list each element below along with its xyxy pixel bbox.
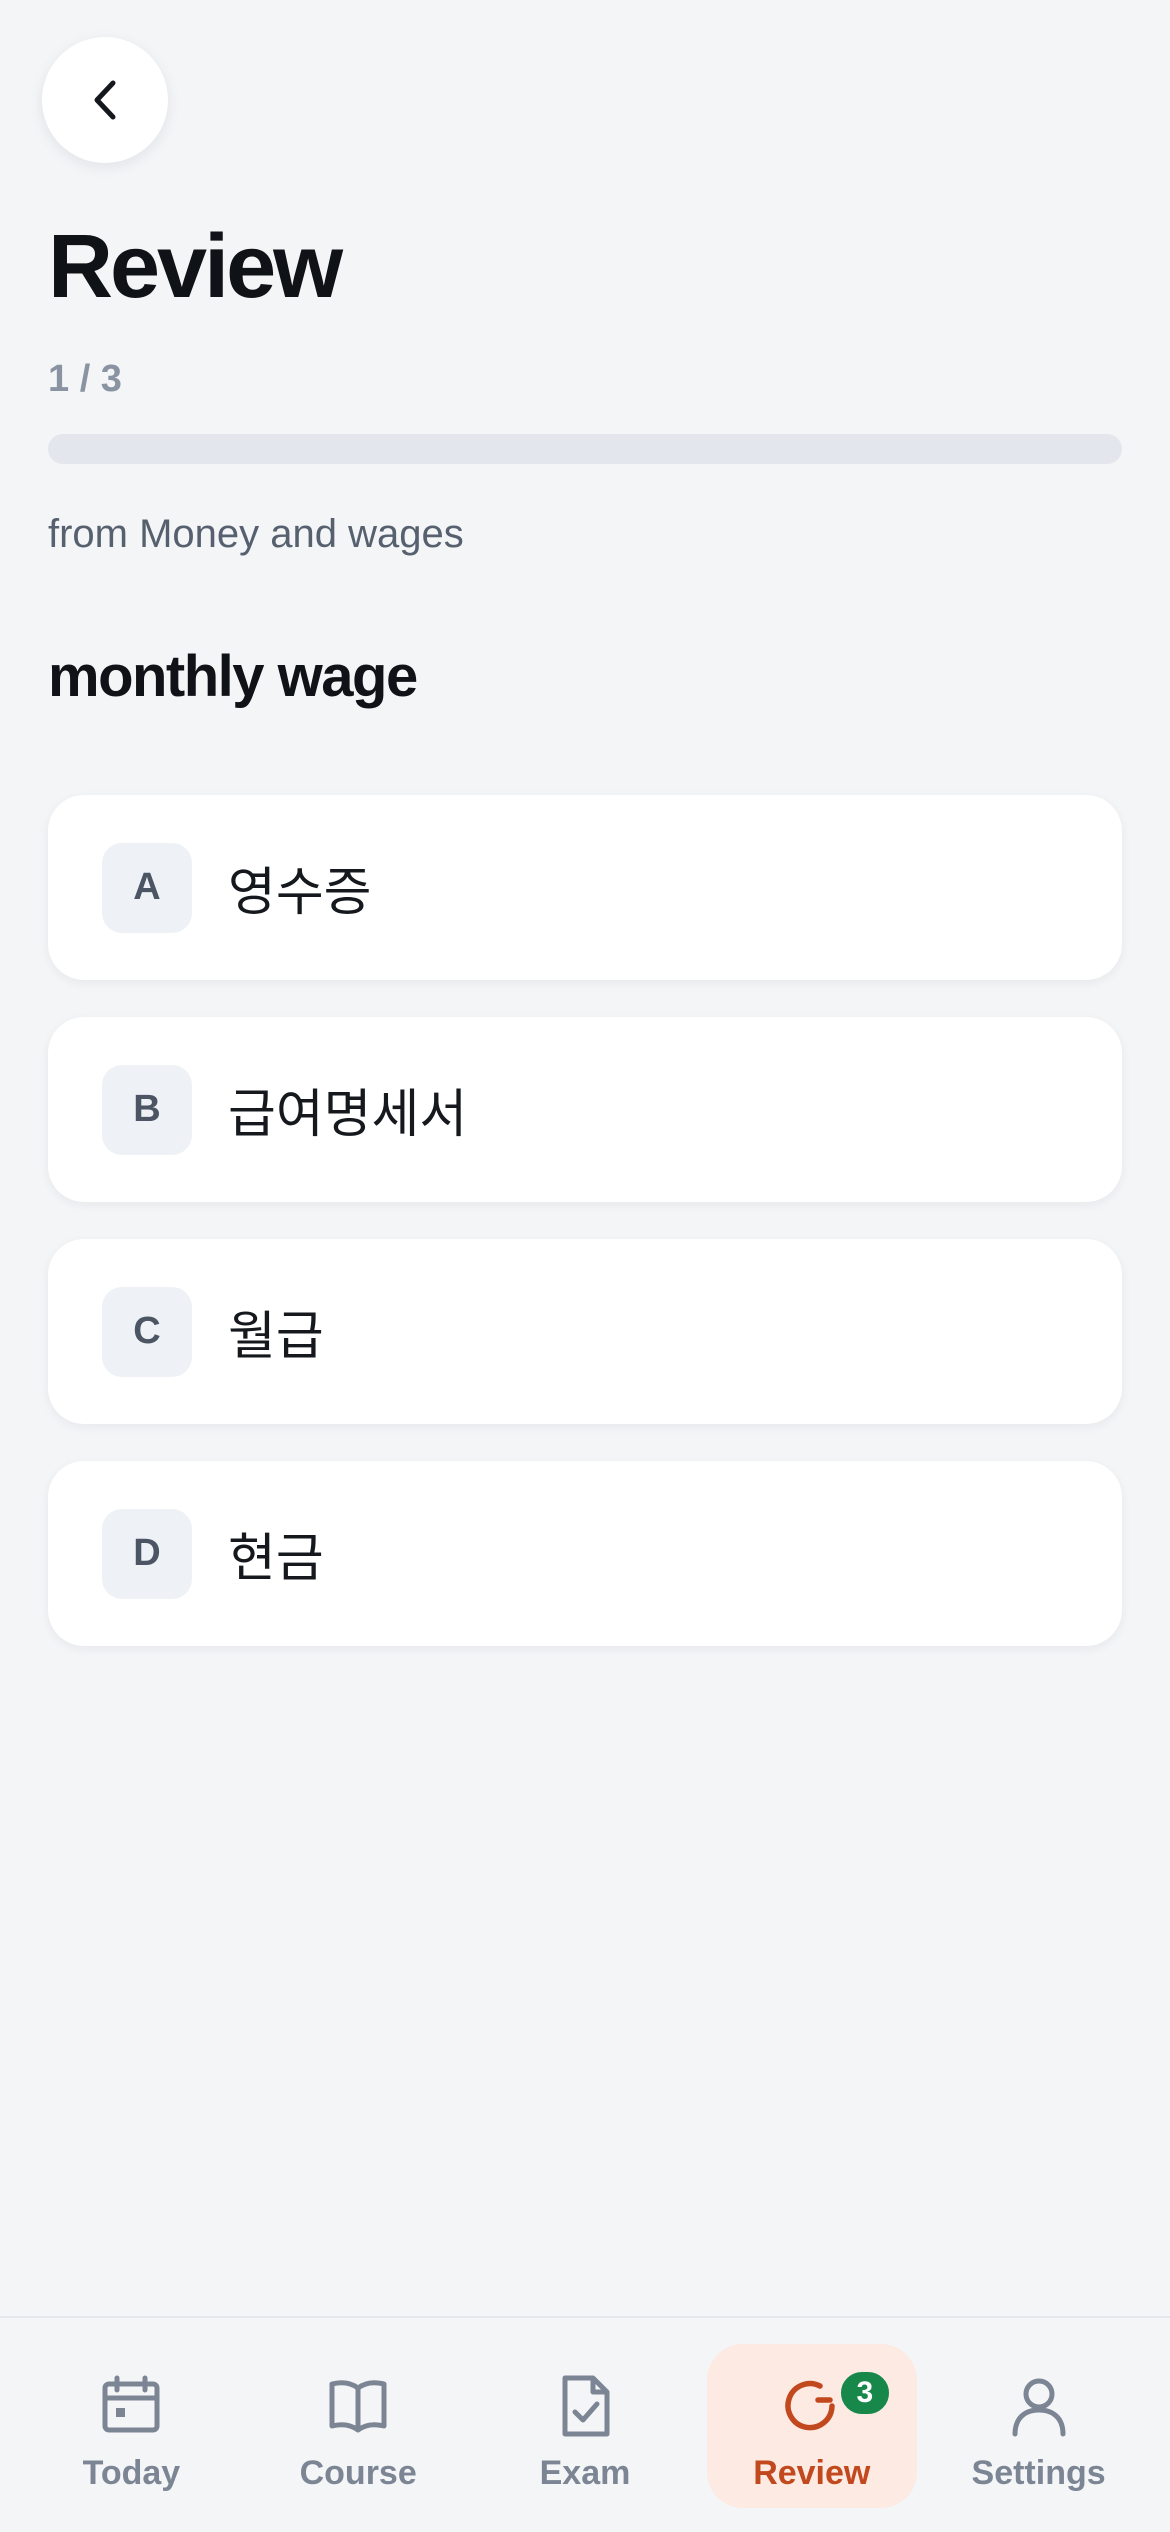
calendar-icon (102, 2375, 160, 2433)
option-letter: B (102, 1064, 192, 1155)
source-label: from Money and wages (48, 512, 464, 556)
tab-today[interactable]: Today (26, 2344, 236, 2508)
refresh-icon (785, 2380, 835, 2431)
option-letter: C (102, 1286, 192, 1377)
option-a[interactable]: A 영수증 (48, 795, 1122, 980)
question-counter: 1 / 3 (48, 358, 122, 400)
bottom-tab-bar: Today Course Exam Review 3 Settings (0, 2316, 1170, 2532)
tab-course[interactable]: Course (253, 2344, 463, 2508)
option-text: 급여명세서 (228, 1085, 468, 1145)
tab-label: Settings (971, 2454, 1106, 2492)
question-prompt: monthly wage (48, 644, 418, 709)
back-button[interactable] (42, 37, 168, 163)
page-title: Review (48, 217, 343, 317)
option-letter: D (102, 1508, 192, 1599)
option-b[interactable]: B 급여명세서 (48, 1017, 1122, 1202)
option-d[interactable]: D 현금 (48, 1461, 1122, 1646)
book-icon (329, 2380, 387, 2433)
tab-label: Course (299, 2454, 417, 2492)
progress-bar (48, 434, 1122, 464)
chevron-left-icon (94, 80, 116, 120)
tab-label: Today (82, 2454, 181, 2492)
answer-options: A 영수증 B 급여명세서 C 월급 D 현금 (48, 795, 1122, 1683)
document-check-icon (562, 2375, 610, 2437)
tab-exam[interactable]: Exam (480, 2344, 690, 2508)
user-icon (1012, 2378, 1066, 2437)
option-c[interactable]: C 월급 (48, 1239, 1122, 1424)
tab-label: Exam (539, 2454, 631, 2492)
tab-settings[interactable]: Settings (934, 2344, 1144, 2508)
review-count-badge: 3 (836, 2368, 893, 2418)
option-text: 월급 (228, 1307, 324, 1367)
option-text: 현금 (228, 1529, 324, 1589)
option-text: 영수증 (228, 863, 372, 923)
tab-label: Review (753, 2454, 871, 2492)
tab-review[interactable]: Review 3 (706, 2344, 917, 2508)
option-letter: A (102, 842, 192, 933)
